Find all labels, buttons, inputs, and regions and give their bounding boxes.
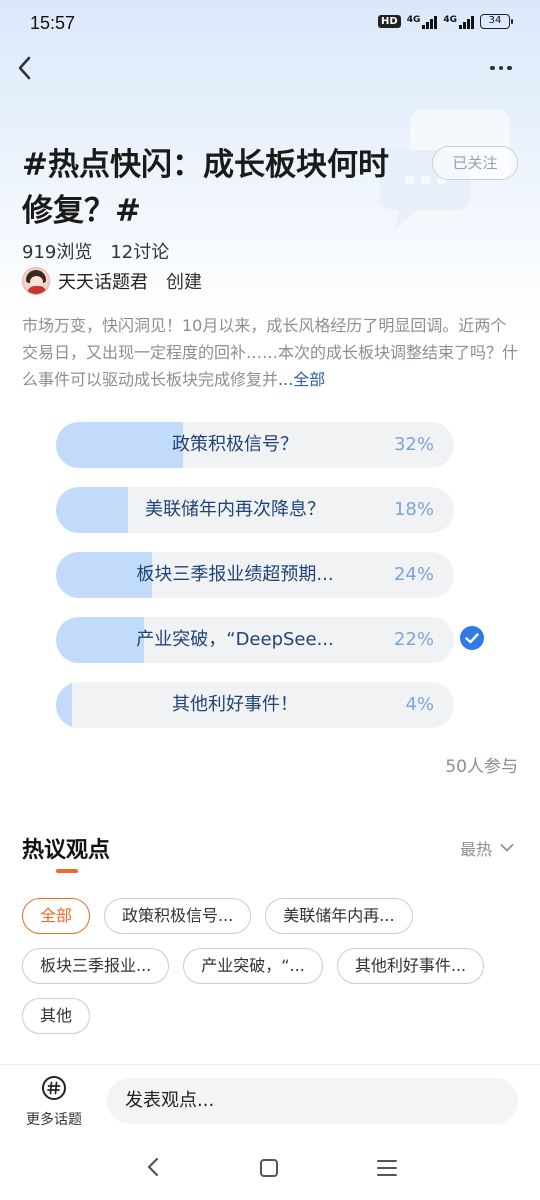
discussions-count: 12讨论 <box>110 242 170 263</box>
avatar[interactable] <box>22 267 50 295</box>
nav-home-icon[interactable] <box>260 1159 278 1177</box>
participants-count: 50人参与 <box>445 757 518 777</box>
views-count: 919浏览 <box>22 242 93 263</box>
poll-option[interactable]: 美联储年内再次降息？ 18% <box>56 487 454 533</box>
chip-all[interactable]: 全部 <box>22 898 91 934</box>
filter-chips: 全部 政策积极信号... 美联储年内再... 板块三季报业... 产业突破，“.… <box>22 898 522 1048</box>
more-topics-button[interactable]: 更多话题 <box>18 1075 90 1129</box>
topic-stats: 919浏览 12讨论 <box>22 238 169 264</box>
more-topics-label[interactable]: 更多话题 <box>18 1109 90 1129</box>
creator-info[interactable]: 天天话题君 创建 <box>22 266 202 296</box>
expand-description-link[interactable]: ...全部 <box>278 370 325 389</box>
created-label: 创建 <box>166 272 202 293</box>
system-navigation-bar <box>0 1136 540 1200</box>
checkmark-circle-icon <box>460 626 484 650</box>
poll: 政策积极信号？ 32% 美联储年内再次降息？ 18% 板块三季报业绩超预期...… <box>56 422 454 747</box>
poll-option-label: 政策积极信号？ <box>172 434 298 455</box>
poll-option-label: 产业突破，“DeepSee... <box>136 629 334 650</box>
network-type-2: 4G <box>443 14 457 25</box>
filter-chip[interactable]: 政策积极信号... <box>104 898 252 934</box>
bottom-action-bar: 更多话题 发表观点... <box>0 1064 540 1136</box>
chevron-down-icon[interactable] <box>500 843 514 853</box>
topic-description: 市场万变，快闪洞见！10月以来，成长风格经历了明显回调。近两个交易日，又出现一定… <box>22 312 522 393</box>
more-options-icon[interactable] <box>490 58 518 78</box>
signal-icon: 4G <box>407 15 438 29</box>
filter-chip[interactable]: 其他利好事件... <box>336 948 485 984</box>
chip-other[interactable]: 其他 <box>22 998 91 1034</box>
battery-icon: 34 <box>480 14 513 29</box>
poll-option-selected[interactable]: 产业突破，“DeepSee... 22% <box>56 617 454 663</box>
poll-option-label: 板块三季报业绩超预期... <box>136 564 334 585</box>
status-icons: HD 4G 4G 34 <box>378 14 513 29</box>
back-arrow-icon[interactable] <box>12 52 40 84</box>
follow-button[interactable]: 已关注 <box>432 146 518 180</box>
poll-option-percent: 24% <box>393 564 434 585</box>
description-text: 市场万变，快闪洞见！10月以来，成长风格经历了明显回调。近两个交易日，又出现一定… <box>22 316 519 389</box>
hot-views-title: 热议观点 <box>22 838 111 863</box>
hd-icon: HD <box>378 15 401 28</box>
poll-option-percent: 18% <box>393 499 434 520</box>
creator-name[interactable]: 天天话题君 <box>58 268 148 294</box>
poll-option-label: 其他利好事件！ <box>172 694 298 715</box>
comment-input[interactable]: 发表观点... <box>107 1078 518 1124</box>
network-type-1: 4G <box>406 14 421 25</box>
poll-option[interactable]: 政策积极信号？ 32% <box>56 422 454 468</box>
poll-option-label: 美联储年内再次降息？ <box>145 499 325 520</box>
poll-option-percent: 22% <box>393 629 434 650</box>
poll-option-percent: 4% <box>405 694 434 715</box>
status-time: 15:57 <box>30 13 76 33</box>
poll-option[interactable]: 其他利好事件！ 4% <box>56 682 454 728</box>
status-bar: 15:57 HD 4G 4G 34 <box>0 0 540 48</box>
poll-option[interactable]: 板块三季报业绩超预期... 24% <box>56 552 454 598</box>
filter-chip[interactable]: 美联储年内再... <box>265 898 413 934</box>
nav-recents-icon[interactable] <box>377 1160 397 1176</box>
sort-label[interactable]: 最热 <box>460 836 492 860</box>
topic-title: #热点快闪：成长板块何时修复？# <box>22 147 389 229</box>
signal-icon: 4G <box>443 15 474 29</box>
poll-option-percent: 32% <box>393 434 434 455</box>
sort-dropdown[interactable]: 最热 <box>460 836 514 860</box>
filter-chip[interactable]: 板块三季报业... <box>22 948 170 984</box>
hashtag-bubble-icon[interactable] <box>41 1075 67 1101</box>
section-underline <box>56 869 78 873</box>
filter-chip[interactable]: 产业突破，“... <box>183 948 323 984</box>
nav-back-icon[interactable] <box>144 1156 162 1178</box>
